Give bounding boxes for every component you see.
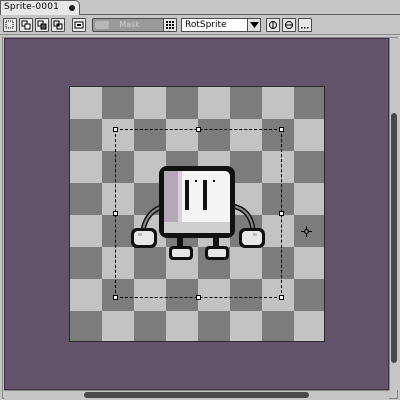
document-tab-bar: Sprite-0001 xyxy=(0,0,400,15)
selection-marquee[interactable] xyxy=(115,129,282,298)
select-rect-button[interactable] xyxy=(3,18,17,32)
mask-label: Mask xyxy=(119,20,140,29)
select-add-button[interactable] xyxy=(19,18,33,32)
select-subtract-button[interactable] xyxy=(35,18,49,32)
flip-vertical-button[interactable] xyxy=(282,18,296,32)
handle-top-left[interactable] xyxy=(113,127,118,132)
handle-bottom-left[interactable] xyxy=(113,295,118,300)
flip-horizontal-button[interactable] xyxy=(266,18,280,32)
select-intersect-button[interactable] xyxy=(51,18,65,32)
handle-top-center[interactable] xyxy=(196,127,201,132)
more-icon xyxy=(301,27,309,29)
vertical-scroll-thumb[interactable] xyxy=(391,113,397,363)
tab-sprite[interactable]: Sprite-0001 xyxy=(0,0,80,15)
chevron-down-icon[interactable] xyxy=(247,19,260,31)
horizontal-scroll-thumb[interactable] xyxy=(84,392,309,398)
rotation-algorithm-select[interactable]: RotSprite xyxy=(181,18,261,32)
select-subtract-icon xyxy=(37,20,47,30)
mask-color-slider[interactable]: Mask xyxy=(92,18,167,32)
horizontal-scrollbar[interactable] xyxy=(4,390,389,399)
flip-vertical-icon xyxy=(285,21,293,29)
handle-middle-right[interactable] xyxy=(279,211,284,216)
more-options-button[interactable] xyxy=(298,18,312,32)
flip-horizontal-icon xyxy=(269,21,277,29)
handle-bottom-right[interactable] xyxy=(279,295,284,300)
mask-icon xyxy=(74,21,84,29)
transparent-mask-button[interactable] xyxy=(72,18,86,32)
handle-top-right[interactable] xyxy=(279,127,284,132)
select-intersect-icon xyxy=(53,20,63,30)
pivot-icon xyxy=(166,21,174,29)
handle-bottom-center[interactable] xyxy=(196,295,201,300)
rotation-algorithm-value: RotSprite xyxy=(185,20,227,30)
select-add-icon xyxy=(21,20,31,30)
context-toolbar: Mask RotSprite xyxy=(0,15,400,35)
select-rect-icon xyxy=(5,20,14,29)
vertical-scrollbar[interactable] xyxy=(389,38,398,390)
pivot-crosshair-icon[interactable] xyxy=(301,226,312,237)
tab-title: Sprite-0001 xyxy=(4,2,60,12)
handle-middle-left[interactable] xyxy=(113,211,118,216)
modified-dot-icon[interactable] xyxy=(69,5,75,11)
pivot-button[interactable] xyxy=(163,18,177,32)
